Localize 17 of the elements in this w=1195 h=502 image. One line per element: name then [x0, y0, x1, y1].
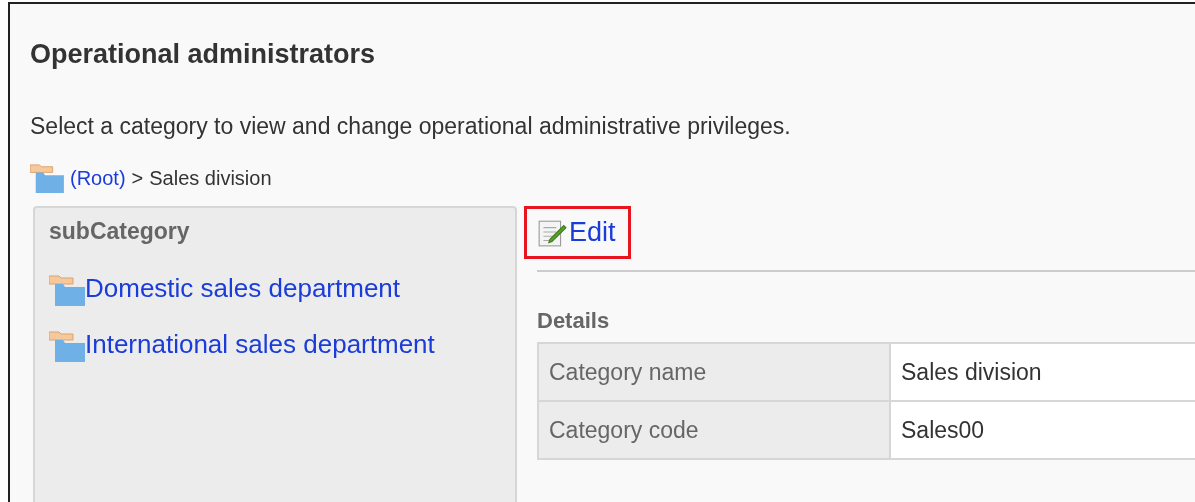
folder-icon — [30, 163, 64, 193]
subcategory-link[interactable]: Domestic sales department — [85, 272, 401, 304]
panel-heading: subCategory — [49, 218, 191, 246]
breadcrumb-current: Sales division — [149, 166, 272, 190]
details-heading: Details — [537, 308, 611, 334]
description-text: Select a category to view and change operational administrative privileges. — [30, 112, 792, 141]
breadcrumb-link[interactable]: (Root) — [70, 166, 126, 190]
subcategory-link[interactable]: International sales department — [85, 328, 435, 360]
edit-link[interactable]: Edit — [524, 206, 631, 259]
breadcrumb-separator: > — [131, 166, 144, 190]
field-value: Sales division — [891, 344, 1195, 402]
field-label: Category name — [539, 344, 891, 402]
page-title: Operational administrators — [30, 38, 377, 71]
folder-icon — [49, 274, 85, 306]
folder-icon — [49, 330, 85, 362]
field-label: Category code — [539, 402, 891, 460]
field-value: Sales00 — [891, 402, 1195, 460]
